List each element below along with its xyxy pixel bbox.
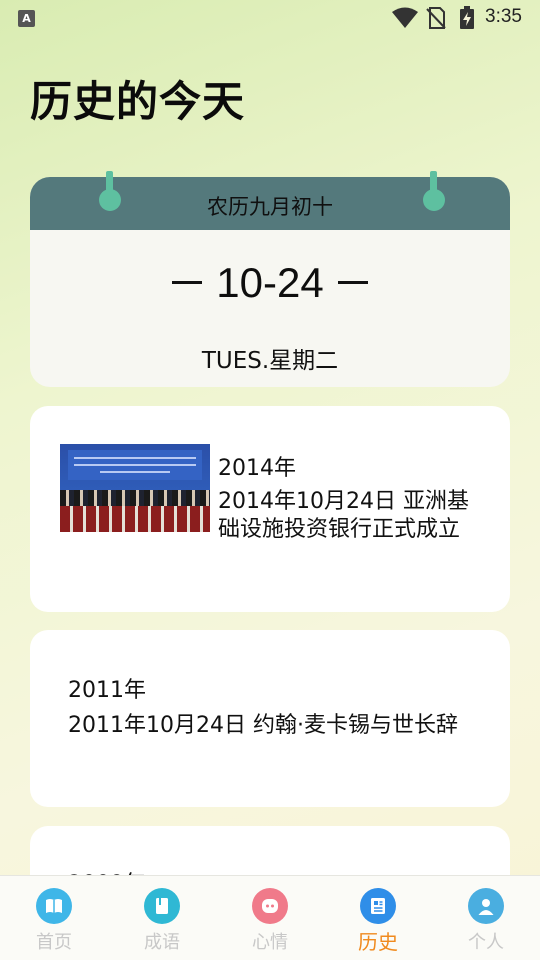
wifi-icon bbox=[392, 7, 418, 33]
event-title: 2011年10月24日 约翰·麦卡锡与世长辞 bbox=[68, 713, 458, 738]
nav-item-history[interactable]: 历史 bbox=[324, 876, 432, 960]
date-dash-left bbox=[172, 281, 203, 285]
book-icon bbox=[36, 888, 72, 924]
app-notification-icon: A bbox=[18, 10, 35, 27]
person-icon bbox=[468, 888, 504, 924]
status-bar: A 3:35 bbox=[0, 0, 540, 36]
event-title: 2014年10月24日 亚洲基础设施投资银行正式成立 bbox=[218, 489, 469, 542]
calendar-ring-right bbox=[423, 171, 445, 211]
event-card[interactable]: 2014年 2014年10月24日 亚洲基础设施投资银行正式成立 bbox=[30, 406, 510, 612]
nav-item-home[interactable]: 首页 bbox=[0, 876, 108, 960]
battery-charging-icon bbox=[459, 6, 475, 34]
nav-label: 个人 bbox=[468, 932, 504, 953]
status-time: 3:35 bbox=[485, 6, 522, 27]
nav-item-profile[interactable]: 个人 bbox=[432, 876, 540, 960]
weekday: TUES.星期二 bbox=[201, 348, 339, 374]
calendar-card: 农历九月初十 10-24 TUES.星期二 bbox=[30, 171, 510, 387]
nav-label: 成语 bbox=[144, 932, 180, 953]
event-image bbox=[60, 444, 210, 532]
nav-item-idioms[interactable]: 成语 bbox=[108, 876, 216, 960]
nav-label: 首页 bbox=[36, 932, 72, 953]
nav-label: 心情 bbox=[252, 932, 288, 953]
event-year: 2014年 bbox=[218, 456, 296, 481]
nav-item-mood[interactable]: 心情 bbox=[216, 876, 324, 960]
nav-label: 历史 bbox=[358, 930, 398, 954]
bottom-nav: 首页 成语 心情 历史 个人 bbox=[0, 875, 540, 960]
today-date: 10-24 bbox=[30, 259, 510, 307]
calendar-ring-left bbox=[99, 171, 121, 211]
event-card[interactable]: 2011年 2011年10月24日 约翰·麦卡锡与世长辞 bbox=[30, 630, 510, 807]
mood-icon bbox=[252, 888, 288, 924]
event-year: 2011年 bbox=[68, 678, 146, 703]
today-date-text: 10-24 bbox=[216, 259, 324, 306]
newspaper-icon bbox=[360, 888, 396, 924]
no-sim-icon bbox=[426, 7, 446, 33]
page-title: 历史的今天 bbox=[30, 77, 246, 126]
notebook-icon bbox=[144, 888, 180, 924]
date-dash-right bbox=[337, 281, 368, 285]
